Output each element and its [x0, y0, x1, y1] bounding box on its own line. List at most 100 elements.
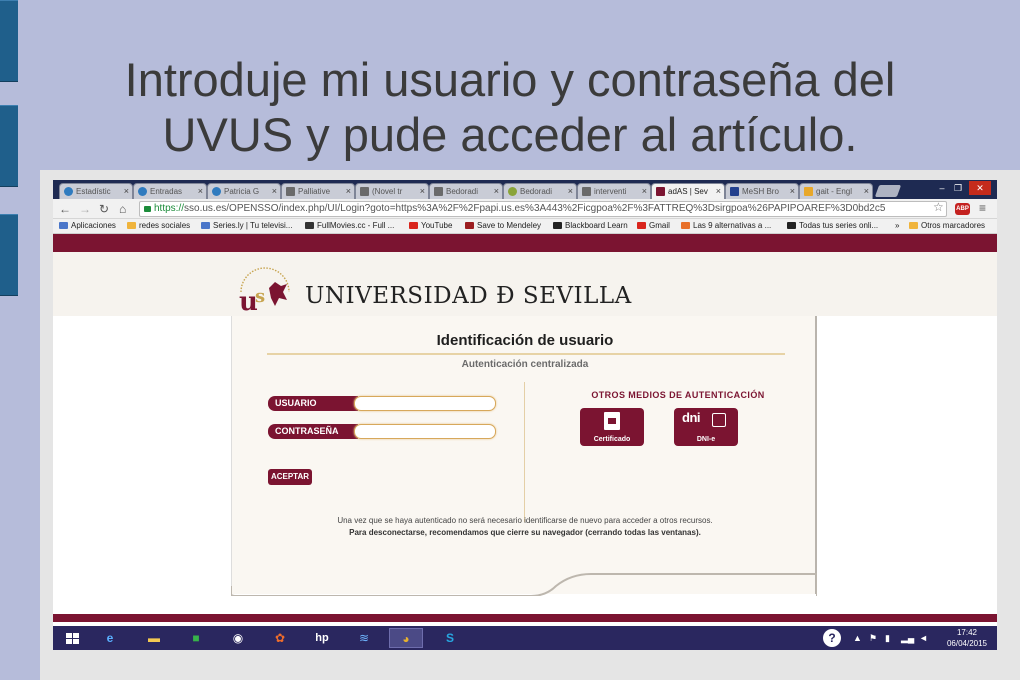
photo-app-icon[interactable]: ✿: [263, 628, 297, 648]
bookmark-label: Otros marcadores: [921, 221, 986, 230]
new-tab-button[interactable]: [874, 185, 902, 197]
forward-arrow-icon[interactable]: →: [79, 202, 91, 216]
bookmark-blackboard[interactable]: Blackboard Learn: [553, 220, 628, 232]
home-icon[interactable]: ⌂: [119, 202, 126, 216]
bookmark-otros-marcadores[interactable]: Otros marcadores: [909, 220, 985, 232]
bookmark-label: Aplicaciones: [71, 221, 116, 230]
tab-bedoradi-2[interactable]: Bedoradi ×: [503, 183, 577, 199]
close-icon[interactable]: ×: [272, 186, 277, 196]
url-host: sso.us.es: [184, 203, 227, 214]
close-icon[interactable]: ×: [124, 186, 129, 196]
dni-chip-icon: [712, 413, 726, 427]
bookmark-todas-series[interactable]: Todas tus series onli...: [787, 220, 878, 232]
wordpress-icon: [138, 187, 147, 196]
clock-date: 06/04/2015: [946, 639, 988, 648]
action-center-icon[interactable]: ⚑: [869, 626, 877, 650]
slide-title: Introduje mi usuario y contraseña del UV…: [124, 53, 896, 161]
close-icon[interactable]: ×: [642, 186, 647, 196]
close-icon[interactable]: ×: [568, 186, 573, 196]
seriesly-icon: [201, 222, 210, 229]
tab-novel[interactable]: (Novel tr ×: [355, 183, 429, 199]
document-icon: [434, 187, 443, 196]
password-input[interactable]: [354, 424, 496, 439]
username-input[interactable]: [354, 396, 496, 411]
windows-logo-icon: [66, 633, 80, 645]
network-app-icon[interactable]: ≋: [347, 628, 381, 648]
tab-patricia[interactable]: Patricia G ×: [207, 183, 281, 199]
info-text: Una vez que se haya autenticado no será …: [337, 516, 713, 525]
bookmark-label: Todas tus series onli...: [799, 221, 879, 230]
bookmark-gmail[interactable]: Gmail: [637, 220, 670, 232]
tab-label: (Novel tr: [372, 187, 403, 196]
document-icon: [582, 187, 591, 196]
alternativas-icon: [681, 222, 690, 229]
close-icon[interactable]: ×: [864, 186, 869, 196]
dnie-button[interactable]: dni DNI-e: [674, 408, 738, 446]
youtube-icon: [409, 222, 418, 229]
bookmark-aplicaciones[interactable]: Aplicaciones: [59, 220, 116, 232]
certificate-button[interactable]: Certificado: [580, 408, 644, 446]
menu-icon[interactable]: ≡: [979, 201, 986, 215]
tab-label: Patricia G: [224, 187, 260, 196]
more-bookmarks-chevron[interactable]: »: [895, 220, 899, 232]
series-icon: [787, 222, 796, 229]
address-bar[interactable]: https://sso.us.es/OPENSSO/index.php/UI/L…: [139, 201, 947, 217]
folder-icon: [909, 222, 918, 229]
tab-interventi[interactable]: interventi ×: [577, 183, 651, 199]
university-crest-icon: u s: [239, 267, 290, 316]
close-icon[interactable]: ×: [790, 186, 795, 196]
chrome-icon[interactable]: ◕: [389, 628, 423, 648]
tab-estadistic[interactable]: Estadístic ×: [59, 183, 133, 199]
back-arrow-icon[interactable]: ←: [59, 202, 71, 216]
reload-icon[interactable]: ↻: [99, 202, 109, 216]
camera-app-icon[interactable]: ◉: [221, 628, 255, 648]
start-button[interactable]: [57, 628, 91, 648]
tab-palliative[interactable]: Palliative ×: [281, 183, 355, 199]
close-icon[interactable]: ×: [346, 186, 351, 196]
internet-explorer-icon[interactable]: e: [93, 628, 127, 648]
tray-expand-icon[interactable]: ▲: [853, 626, 862, 650]
browser-screenshot: Estadístic × Entradas × Patricia G × Pallia…: [53, 180, 997, 650]
close-icon[interactable]: ×: [494, 186, 499, 196]
tab-label: interventi: [594, 187, 627, 196]
accept-button[interactable]: ACEPTAR: [268, 469, 312, 485]
hp-icon[interactable]: hp: [305, 628, 339, 648]
adblock-icon[interactable]: ABP: [955, 203, 970, 215]
bookmark-fullmovies[interactable]: FullMovies.cc - Full ...: [305, 220, 394, 232]
minimize-icon[interactable]: –: [935, 181, 949, 195]
bookmark-mendeley[interactable]: Save to Mendeley: [465, 220, 541, 232]
wordpress-icon: [212, 187, 221, 196]
logout-hint: Para desconectarse, recomendamos que cie…: [349, 528, 701, 537]
bookmark-youtube[interactable]: YouTube: [409, 220, 452, 232]
store-icon[interactable]: ■: [179, 628, 213, 648]
card-title: Identificación de usuario: [436, 332, 614, 349]
bookmark-seriesly[interactable]: Series.ly | Tu televisi...: [201, 220, 292, 232]
clock[interactable]: 17:42 06/04/2015: [939, 627, 995, 649]
tab-wordreference[interactable]: gait - Engl ×: [799, 183, 873, 199]
windows-taskbar: e ▬ ■ ◉ ✿ hp ≋ ◕ S ? ▲ ⚑ ▮ ▂▄ ◄ 17:42 06…: [53, 626, 997, 650]
gmail-icon: [637, 222, 646, 229]
skype-icon[interactable]: S: [433, 628, 467, 648]
bookmark-redes-sociales[interactable]: redes sociales: [127, 220, 190, 232]
file-explorer-icon[interactable]: ▬: [137, 628, 171, 648]
tab-mesh[interactable]: MeSH Bro ×: [725, 183, 799, 199]
tab-label: Palliative: [298, 187, 331, 196]
close-icon[interactable]: ×: [716, 186, 721, 196]
tab-bedoradi-1[interactable]: Bedoradi ×: [429, 183, 503, 199]
help-icon[interactable]: ?: [823, 629, 841, 647]
page-top-band: [53, 234, 997, 252]
bookmark-alternativas[interactable]: Las 9 alternativas a ...: [681, 220, 771, 232]
bookmark-star-icon[interactable]: ☆: [933, 200, 944, 214]
wifi-icon[interactable]: ▂▄: [901, 626, 914, 650]
card-subtitle: Autenticación centralizada: [461, 359, 589, 370]
tab-entradas[interactable]: Entradas ×: [133, 183, 207, 199]
slide-accent-bar-1: [0, 0, 18, 82]
close-icon[interactable]: ×: [420, 186, 425, 196]
window-close-icon[interactable]: ✕: [969, 181, 991, 195]
power-icon[interactable]: ▮: [885, 626, 890, 650]
volume-icon[interactable]: ◄: [919, 626, 928, 650]
restore-icon[interactable]: ❐: [951, 181, 965, 195]
page-bottom-band: [53, 614, 997, 622]
close-icon[interactable]: ×: [198, 186, 203, 196]
tab-adas-sevilla[interactable]: adAS | Sev ×: [651, 183, 725, 199]
